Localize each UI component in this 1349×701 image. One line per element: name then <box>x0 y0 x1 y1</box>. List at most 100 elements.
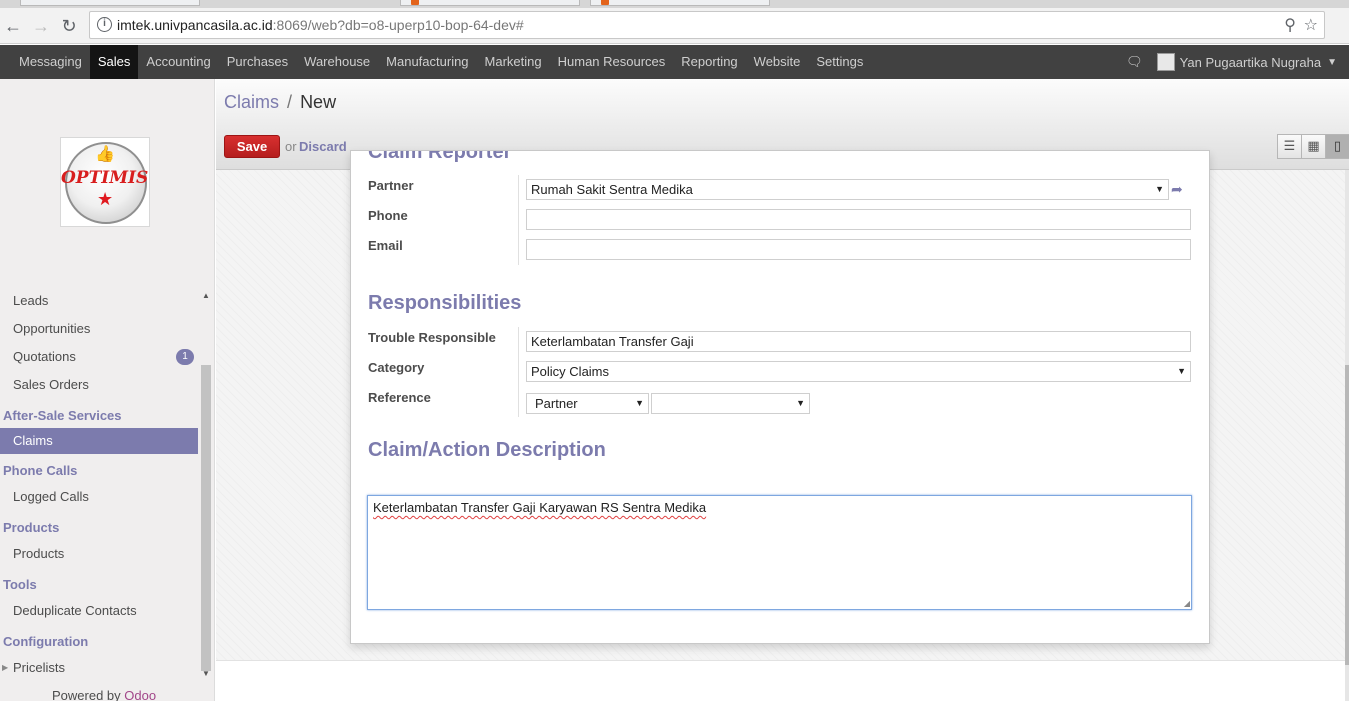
sidebar-item-opportunities[interactable]: Opportunities <box>0 315 198 343</box>
partner-select[interactable]: Rumah Sakit Sentra Medika ▼ <box>526 179 1169 200</box>
sidebar-item-claims[interactable]: Claims <box>0 428 198 454</box>
sidebar-item-label: Leads <box>13 293 49 308</box>
description-textarea[interactable]: Keterlambatan Transfer Gaji Karyawan RS … <box>367 495 1192 610</box>
reload-icon[interactable]: ↻ <box>57 14 81 38</box>
top-menu-website[interactable]: Website <box>746 45 809 79</box>
sidebar-item-label: Sales Orders <box>13 377 89 392</box>
favicon-icon <box>601 0 609 5</box>
list-view-icon[interactable]: ☰ <box>1277 134 1302 159</box>
caret-right-icon[interactable]: ▶ <box>2 654 8 682</box>
chat-icon[interactable]: 🗨 <box>1126 54 1143 70</box>
page-scrollbar[interactable] <box>1345 170 1349 701</box>
dropdown-arrow-icon[interactable]: ▼ <box>1155 180 1164 199</box>
scrollbar-thumb[interactable] <box>1345 365 1349 665</box>
top-menu-marketing[interactable]: Marketing <box>477 45 550 79</box>
top-menu-human-resources[interactable]: Human Resources <box>550 45 674 79</box>
bookmark-star-icon[interactable]: ☆ <box>1304 15 1318 35</box>
trouble-responsible-field[interactable]: Keterlambatan Transfer Gaji <box>526 331 1191 352</box>
sidebar-item-logged-calls[interactable]: Logged Calls <box>0 483 198 511</box>
navbar-right: 🗨 Yan Pugaartika Nugraha ▼ <box>1126 45 1337 79</box>
top-menu-warehouse[interactable]: Warehouse <box>296 45 378 79</box>
sidebar-scrollbar[interactable]: ▲ ▼ <box>199 287 213 682</box>
thumbs-up-icon: 👍 <box>95 146 115 163</box>
form-area: Claim Reporter Partner Rumah Sakit Sentr… <box>216 150 1349 701</box>
breadcrumb-claims[interactable]: Claims <box>224 92 279 112</box>
phone-field[interactable] <box>526 209 1191 230</box>
key-icon[interactable]: ⚲ <box>1284 15 1296 35</box>
scroll-down-icon[interactable]: ▼ <box>202 669 210 678</box>
top-menu-manufacturing[interactable]: Manufacturing <box>378 45 476 79</box>
url-text: imtek.univpancasila.ac.id:8069/web?db=o8… <box>117 17 524 33</box>
sidebar-header-phone-calls: Phone Calls <box>3 463 78 478</box>
sidebar-header-tools: Tools <box>3 577 37 592</box>
divider <box>518 175 519 265</box>
phone-label: Phone <box>368 208 408 223</box>
address-bar[interactable]: i imtek.univpancasila.ac.id:8069/web?db=… <box>89 11 1325 39</box>
sidebar-menu: Leads Opportunities Quotations 1 Sales Or… <box>0 287 198 682</box>
breadcrumb: Claims / New <box>224 92 336 113</box>
user-name[interactable]: Yan Pugaartika Nugraha <box>1180 55 1321 70</box>
star-icon: ★ <box>97 189 114 209</box>
info-icon[interactable]: i <box>97 17 112 32</box>
scroll-up-icon[interactable]: ▲ <box>202 291 210 300</box>
sidebar-item-sales-orders[interactable]: Sales Orders <box>0 371 198 399</box>
section-title-claim-reporter: Claim Reporter <box>368 150 512 163</box>
browser-tab[interactable] <box>400 0 580 6</box>
browser-tabstrip <box>0 0 1349 8</box>
sidebar-item-quotations[interactable]: Quotations 1 <box>0 343 198 371</box>
top-menu-sales[interactable]: Sales <box>89 45 139 79</box>
calendar-view-icon[interactable]: ▦ <box>1301 134 1326 159</box>
sidebar-item-products[interactable]: Products <box>0 540 198 568</box>
sidebar-item-deduplicate-contacts[interactable]: Deduplicate Contacts <box>0 597 198 625</box>
dropdown-arrow-icon[interactable]: ▼ <box>796 394 805 413</box>
divider <box>518 327 519 417</box>
top-menu-messaging[interactable]: Messaging <box>11 45 90 79</box>
browser-tab[interactable] <box>590 0 770 6</box>
sidebar: 👍 OPTIMIS ★ Leads Opportunities Quotatio… <box>0 79 215 701</box>
sidebar-item-label: Pricelists <box>13 660 66 675</box>
company-logo: 👍 OPTIMIS ★ <box>60 137 150 227</box>
forward-arrow-icon[interactable]: → <box>29 14 53 38</box>
save-button[interactable]: Save <box>224 135 280 158</box>
sidebar-item-label: Opportunities <box>13 321 91 336</box>
sidebar-item-pricelists[interactable]: ▶ Pricelists <box>0 654 198 682</box>
scrollbar-thumb[interactable] <box>201 365 211 671</box>
external-link-icon[interactable]: ➦ <box>1171 181 1183 198</box>
breadcrumb-separator: / <box>287 92 293 112</box>
reference-label: Reference <box>368 390 431 405</box>
chevron-down-icon[interactable]: ▼ <box>1327 57 1337 68</box>
trouble-responsible-label: Trouble Responsible <box>368 330 496 345</box>
top-menu-purchases[interactable]: Purchases <box>219 45 296 79</box>
dropdown-arrow-icon[interactable]: ▼ <box>635 394 644 413</box>
sidebar-item-label: Deduplicate Contacts <box>13 603 137 618</box>
top-menu-settings[interactable]: Settings <box>808 45 871 79</box>
browser-tab[interactable] <box>20 0 200 6</box>
sidebar-item-label: Logged Calls <box>13 489 89 504</box>
sidebar-item-label: Products <box>13 546 65 561</box>
or-label: or <box>285 139 297 154</box>
sidebar-header-products: Products <box>3 520 60 535</box>
category-select[interactable]: Policy Claims ▼ <box>526 361 1191 382</box>
form-sheet: Claim Reporter Partner Rumah Sakit Sentr… <box>350 150 1210 644</box>
category-label: Category <box>368 360 425 375</box>
powered-by-label: Powered by <box>52 688 121 701</box>
description-text: Keterlambatan Transfer Gaji Karyawan RS … <box>373 500 707 515</box>
form-view-icon[interactable]: ▯ <box>1325 134 1349 159</box>
odoo-link[interactable]: Odoo <box>124 688 156 701</box>
resize-handle-icon[interactable]: ◢ <box>1184 599 1190 608</box>
reference-model-select[interactable]: Partner ▼ <box>526 393 649 414</box>
discard-button[interactable]: Discard <box>299 139 347 154</box>
reference-record-select[interactable]: ▼ <box>651 393 810 414</box>
favicon-icon <box>411 0 419 5</box>
back-arrow-icon[interactable]: ← <box>1 14 25 38</box>
dropdown-arrow-icon[interactable]: ▼ <box>1177 362 1186 381</box>
top-menu-accounting[interactable]: Accounting <box>138 45 218 79</box>
avatar[interactable] <box>1156 53 1175 71</box>
section-title-responsibilities: Responsibilities <box>368 292 522 314</box>
top-menu-reporting[interactable]: Reporting <box>673 45 745 79</box>
sidebar-header-configuration: Configuration <box>3 634 89 649</box>
email-field[interactable] <box>526 239 1191 260</box>
sidebar-item-leads[interactable]: Leads <box>0 287 198 315</box>
partner-value: Rumah Sakit Sentra Medika <box>531 182 693 197</box>
top-menu: Messaging Sales Accounting Purchases Warehou… <box>11 45 871 79</box>
